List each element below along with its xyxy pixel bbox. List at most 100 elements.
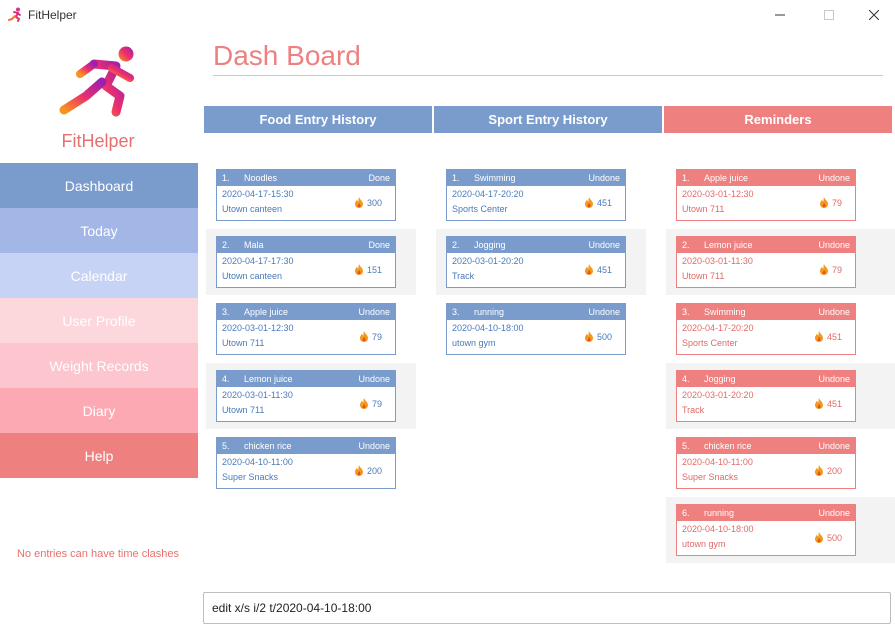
entry-name: Swimming (704, 307, 746, 317)
flame-icon (819, 264, 828, 275)
entry-calorie: 500 (584, 331, 612, 342)
entry-time: 2020-04-17-17:30 (222, 256, 294, 266)
sidebar-item-weight-records[interactable]: Weight Records (0, 343, 198, 388)
entry-index: 2. (682, 240, 690, 250)
entry-name: Swimming (474, 173, 516, 183)
entry-status: Undone (358, 374, 390, 384)
sidebar-item-today[interactable]: Today (0, 208, 198, 253)
flame-icon (584, 264, 593, 275)
entry-index: 6. (682, 508, 690, 518)
entry-card-header: 2. Jogging Undone (447, 237, 625, 253)
minimize-button[interactable] (757, 2, 803, 28)
entry-place: Utown 711 (682, 271, 725, 281)
entry-card-body: 2020-03-01-12:30 Utown 711 79 (677, 186, 855, 220)
flame-icon (584, 331, 593, 342)
entry-card[interactable]: 2. Lemon juice Undone 2020-03-01-11:30 U… (676, 236, 856, 288)
entry-place: Utown 711 (682, 204, 725, 214)
entry-index: 3. (682, 307, 690, 317)
runner-logo-icon (59, 46, 134, 117)
column-header: Reminders (664, 106, 892, 133)
maximize-button[interactable] (806, 2, 852, 28)
entry-calorie: 451 (584, 264, 612, 275)
entry-calorie: 79 (819, 197, 842, 208)
entry-calorie: 451 (584, 197, 612, 208)
entry-card[interactable]: 1. Apple juice Undone 2020-03-01-12:30 U… (676, 169, 856, 221)
sidebar-item-calendar[interactable]: Calendar (0, 253, 198, 298)
entry-card[interactable]: 4. Lemon juice Undone 2020-03-01-11:30 U… (216, 370, 396, 422)
column-header-label: Sport Entry History (488, 112, 608, 127)
close-icon (869, 10, 879, 20)
close-button[interactable] (851, 2, 895, 28)
entry-card[interactable]: 5. chicken rice Undone 2020-04-10-11:00 … (216, 437, 396, 489)
entry-calorie-value: 79 (831, 264, 842, 275)
sidebar-item-help[interactable]: Help (0, 433, 198, 478)
entry-index: 1. (682, 173, 690, 183)
entry-card-header: 3. Swimming Undone (677, 304, 855, 320)
sidebar-item-label: Help (84, 447, 114, 464)
entry-index: 4. (222, 374, 230, 384)
sidebar-item-label: Today (80, 222, 118, 239)
entry-card-header: 6. running Undone (677, 505, 855, 521)
sidebar-item-label: Diary (82, 402, 116, 419)
entry-status: Undone (818, 173, 850, 183)
entry-card[interactable]: 3. Swimming Undone 2020-04-17-20:20 Spor… (676, 303, 856, 355)
entry-index: 3. (452, 307, 460, 317)
result-message: No entries can have time clashes (16, 548, 180, 560)
entry-calorie-value: 79 (371, 331, 382, 342)
entry-place: Utown canteen (222, 204, 283, 214)
command-input[interactable]: edit x/s i/2 t/2020-04-10-18:00 (203, 592, 891, 624)
entry-card-header: 2. Mala Done (217, 237, 395, 253)
sidebar-item-diary[interactable]: Diary (0, 388, 198, 433)
entry-card[interactable]: 3. Apple juice Undone 2020-03-01-12:30 U… (216, 303, 396, 355)
entry-time: 2020-04-10-18:00 (682, 524, 754, 534)
entry-card[interactable]: 6. running Undone 2020-04-10-18:00 utown… (676, 504, 856, 556)
entry-time: 2020-04-10-18:00 (452, 323, 524, 333)
entry-card-header: 4. Jogging Undone (677, 371, 855, 387)
entry-name: Lemon juice (244, 374, 293, 384)
entry-card-body: 2020-04-10-18:00 utown gym 500 (677, 521, 855, 555)
entry-card-body: 2020-04-17-17:30 Utown canteen 151 (217, 253, 395, 287)
entry-name: running (474, 307, 505, 317)
entry-status: Undone (588, 307, 620, 317)
entry-card[interactable]: 2. Jogging Undone 2020-03-01-20:20 Track… (446, 236, 626, 288)
sidebar-item-user-profile[interactable]: User Profile (0, 298, 198, 343)
entry-name: Apple juice (704, 173, 749, 183)
entry-calorie: 451 (814, 398, 842, 409)
entry-time: 2020-04-10-11:00 (682, 457, 753, 467)
entry-time: 2020-03-01-12:30 (682, 189, 754, 199)
entry-status: Undone (358, 307, 390, 317)
entry-card-body: 2020-04-10-11:00 Super Snacks 200 (217, 454, 395, 488)
entry-card[interactable]: 3. running Undone 2020-04-10-18:00 utown… (446, 303, 626, 355)
sidebar-item-dashboard[interactable]: Dashboard (0, 163, 198, 208)
entry-time: 2020-04-10-11:00 (222, 457, 293, 467)
entry-calorie-value: 300 (366, 197, 382, 208)
entry-name: Lemon juice (704, 240, 753, 250)
entry-place: utown gym (682, 539, 726, 549)
entry-card[interactable]: 5. chicken rice Undone 2020-04-10-11:00 … (676, 437, 856, 489)
entry-card[interactable]: 1. Swimming Undone 2020-04-17-20:20 Spor… (446, 169, 626, 221)
entry-index: 5. (222, 441, 230, 451)
flame-icon (354, 264, 363, 275)
sidebar-item-label: Weight Records (49, 357, 149, 374)
entry-card-header: 1. Apple juice Undone (677, 170, 855, 186)
entry-calorie: 79 (819, 264, 842, 275)
entry-card-body: 2020-04-10-11:00 Super Snacks 200 (677, 454, 855, 488)
entry-calorie-value: 451 (596, 197, 612, 208)
entry-status: Done (368, 173, 390, 183)
entry-card[interactable]: 1. Noodles Done 2020-04-17-15:30 Utown c… (216, 169, 396, 221)
entry-status: Undone (818, 508, 850, 518)
entry-card[interactable]: 2. Mala Done 2020-04-17-17:30 Utown cant… (216, 236, 396, 288)
column-header-label: Reminders (744, 112, 812, 127)
entry-time: 2020-03-01-11:30 (222, 390, 293, 400)
entry-card-header: 5. chicken rice Undone (217, 438, 395, 454)
entry-card[interactable]: 4. Jogging Undone 2020-03-01-20:20 Track… (676, 370, 856, 422)
entry-status: Undone (588, 173, 620, 183)
title-bar: FitHelper (0, 0, 895, 30)
entry-calorie: 200 (354, 465, 382, 476)
command-input-value: edit x/s i/2 t/2020-04-10-18:00 (212, 601, 372, 615)
entry-time: 2020-03-01-20:20 (452, 256, 524, 266)
entry-index: 4. (682, 374, 690, 384)
column-header: Sport Entry History (434, 106, 662, 133)
entry-calorie-value: 79 (831, 197, 842, 208)
entry-card-body: 2020-04-10-18:00 utown gym 500 (447, 320, 625, 354)
